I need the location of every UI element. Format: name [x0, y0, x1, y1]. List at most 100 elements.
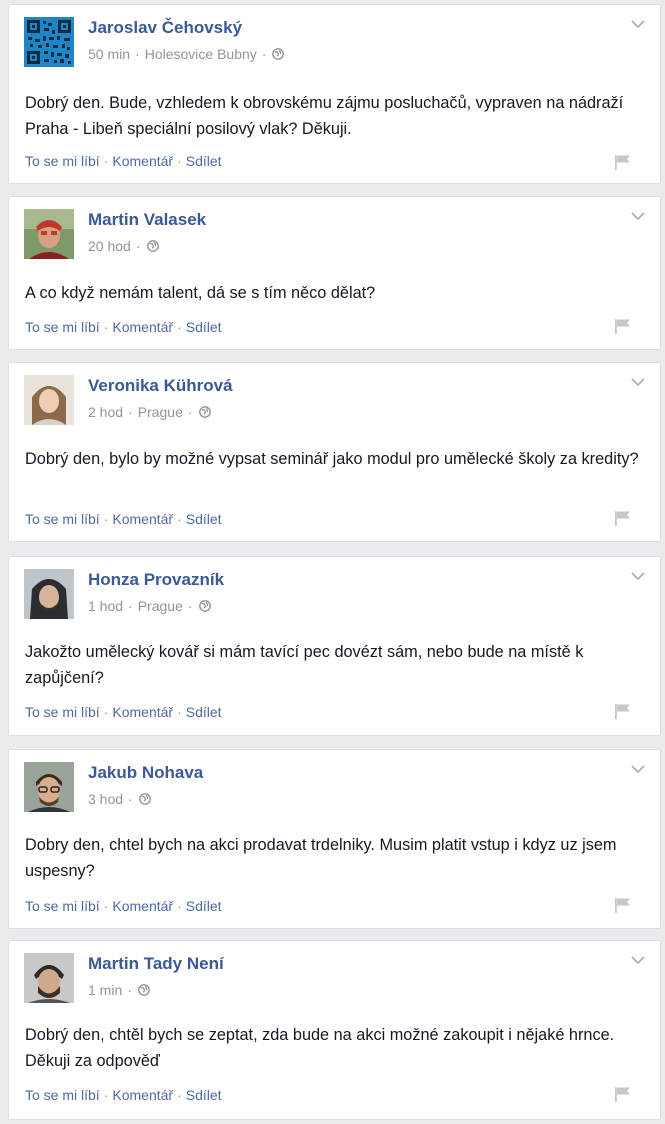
action-separator: ·	[177, 511, 182, 527]
author-name-link[interactable]: Jaroslav Čehovský	[88, 18, 242, 38]
post-text: Dobrý den, bylo by možné vypsat seminář …	[25, 450, 639, 468]
share-link[interactable]: Sdílet	[186, 511, 222, 527]
author-name-link[interactable]: Jakub Nohava	[88, 763, 203, 783]
chevron-down-icon[interactable]	[630, 377, 646, 387]
globe-icon	[198, 406, 211, 418]
globe-icon	[146, 240, 159, 252]
like-link[interactable]: To se mi líbí	[25, 898, 100, 914]
chevron-down-icon[interactable]	[630, 19, 646, 29]
post-meta: 50 min · Holesovice Bubny ·	[88, 46, 285, 62]
post-actions: To se mi líbí · Komentář · Sdílet	[25, 1087, 222, 1103]
like-link[interactable]: To se mi líbí	[25, 1087, 100, 1103]
action-separator: ·	[177, 153, 182, 169]
flag-icon[interactable]	[614, 318, 632, 334]
post-time-link[interactable]: 3 hod	[88, 791, 123, 807]
comment-link[interactable]: Komentář	[112, 1087, 173, 1103]
action-separator: ·	[177, 704, 182, 720]
post-time-link[interactable]: 20 hod	[88, 238, 131, 254]
meta-separator: ·	[128, 404, 133, 420]
action-separator: ·	[103, 704, 109, 720]
flag-icon[interactable]	[614, 703, 632, 719]
avatar-photo-image	[24, 209, 74, 259]
post-location-link[interactable]: Prague	[138, 404, 183, 420]
chevron-down-icon[interactable]	[630, 571, 646, 581]
post-card: Veronika Kührová 2 hod · Prague · Dobrý …	[8, 362, 661, 542]
post-time-link[interactable]: 1 hod	[88, 598, 123, 614]
post-actions: To se mi líbí · Komentář · Sdílet	[25, 511, 222, 527]
globe-icon	[138, 793, 151, 805]
avatar[interactable]	[24, 209, 74, 259]
action-separator: ·	[177, 898, 182, 914]
post-time-link[interactable]: 2 hod	[88, 404, 123, 420]
author-name-link[interactable]: Martin Valasek	[88, 210, 206, 230]
avatar[interactable]	[24, 569, 74, 619]
post-card: Jakub Nohava 3 hod · Dobry den, chtel by…	[8, 749, 661, 929]
avatar-photo-image	[24, 953, 74, 1003]
post-meta: 3 hod ·	[88, 791, 151, 807]
post-meta: 20 hod ·	[88, 238, 159, 254]
globe-icon	[198, 600, 211, 612]
like-link[interactable]: To se mi líbí	[25, 153, 100, 169]
avatar-photo-image	[24, 375, 74, 425]
chevron-down-icon[interactable]	[630, 764, 646, 774]
post-text: Jakožto umělecký kovář si mám tavící pec…	[25, 643, 584, 687]
post-actions: To se mi líbí · Komentář · Sdílet	[25, 898, 222, 914]
post-location-link[interactable]: Holesovice Bubny	[145, 46, 257, 62]
post-meta: 1 min ·	[88, 982, 150, 998]
avatar[interactable]	[24, 375, 74, 425]
meta-separator: ·	[135, 238, 141, 254]
meta-separator: ·	[135, 46, 140, 62]
post-card: Martin Tady Není 1 min · Dobrý den, chtě…	[8, 940, 661, 1120]
post-text: Dobrý den, chtěl bych se zeptat, zda bud…	[25, 1026, 615, 1070]
post-time-link[interactable]: 50 min	[88, 46, 130, 62]
globe-icon	[272, 48, 285, 60]
post-meta: 1 hod · Prague ·	[88, 598, 211, 614]
post-text: Dobrý den. Bude, vzhledem k obrovskému z…	[25, 94, 624, 138]
action-separator: ·	[103, 153, 109, 169]
avatar[interactable]	[24, 762, 74, 812]
post-text: A co když nemám talent, dá se s tím něco…	[25, 284, 376, 302]
action-separator: ·	[103, 1087, 109, 1103]
like-link[interactable]: To se mi líbí	[25, 511, 100, 527]
flag-icon[interactable]	[614, 154, 632, 170]
chevron-down-icon[interactable]	[630, 955, 646, 965]
flag-icon[interactable]	[614, 1086, 632, 1102]
comment-link[interactable]: Komentář	[112, 319, 173, 335]
comment-link[interactable]: Komentář	[112, 511, 173, 527]
like-link[interactable]: To se mi líbí	[25, 704, 100, 720]
avatar[interactable]	[24, 17, 74, 67]
share-link[interactable]: Sdílet	[186, 898, 222, 914]
comment-link[interactable]: Komentář	[112, 704, 173, 720]
flag-icon[interactable]	[614, 897, 632, 913]
action-separator: ·	[177, 319, 182, 335]
comment-link[interactable]: Komentář	[112, 898, 173, 914]
author-name-link[interactable]: Veronika Kührová	[88, 376, 233, 396]
like-link[interactable]: To se mi líbí	[25, 319, 100, 335]
author-name-link[interactable]: Honza Provazník	[88, 570, 224, 590]
avatar-photo-image	[24, 762, 74, 812]
post-text: Dobry den, chtel bych na akci prodavat t…	[25, 836, 617, 880]
post-actions: To se mi líbí · Komentář · Sdílet	[25, 704, 222, 720]
post-time-link[interactable]: 1 min	[88, 982, 122, 998]
share-link[interactable]: Sdílet	[186, 153, 222, 169]
share-link[interactable]: Sdílet	[186, 1087, 222, 1103]
action-separator: ·	[103, 511, 109, 527]
meta-separator: ·	[261, 46, 267, 62]
share-link[interactable]: Sdílet	[186, 704, 222, 720]
flag-icon[interactable]	[614, 510, 632, 526]
avatar[interactable]	[24, 953, 74, 1003]
chevron-down-icon[interactable]	[630, 211, 646, 221]
post-meta: 2 hod · Prague ·	[88, 404, 211, 420]
share-link[interactable]: Sdílet	[186, 319, 222, 335]
meta-separator: ·	[127, 982, 132, 998]
avatar-photo-image	[24, 569, 74, 619]
post-actions: To se mi líbí · Komentář · Sdílet	[25, 319, 222, 335]
action-separator: ·	[103, 319, 109, 335]
action-separator: ·	[103, 898, 109, 914]
author-name-link[interactable]: Martin Tady Není	[88, 954, 224, 974]
post-location-link[interactable]: Prague	[138, 598, 183, 614]
globe-icon	[138, 984, 150, 996]
post-actions: To se mi líbí · Komentář · Sdílet	[25, 153, 222, 169]
qr-code-avatar-image	[24, 17, 74, 67]
comment-link[interactable]: Komentář	[112, 153, 173, 169]
